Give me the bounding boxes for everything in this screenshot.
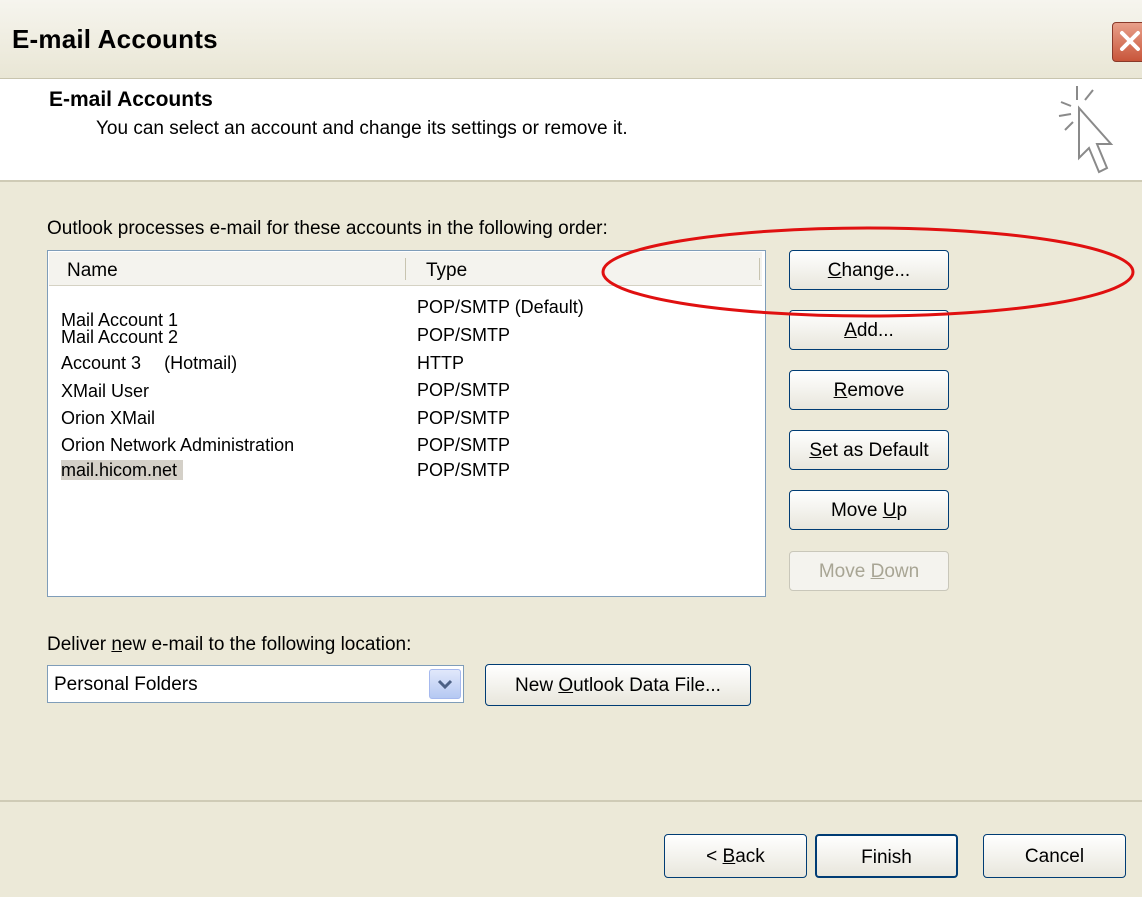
account-row-4[interactable]: XMail User bbox=[61, 381, 149, 402]
account-note: (Hotmail) bbox=[164, 353, 238, 373]
accounts-column-header: Name Type bbox=[49, 252, 762, 286]
label-part: hange... bbox=[841, 260, 911, 281]
access-key: S bbox=[809, 440, 822, 461]
email-accounts-dialog: E-mail Accounts E-mail Accounts You can … bbox=[0, 0, 1142, 897]
dropdown-arrow-button[interactable] bbox=[429, 669, 461, 699]
add-button[interactable]: Add... bbox=[789, 310, 949, 350]
access-key: O bbox=[558, 675, 574, 696]
column-name[interactable]: Name bbox=[67, 260, 118, 282]
label-part: p bbox=[896, 500, 908, 521]
label-part: et as Default bbox=[822, 440, 929, 461]
set-default-button[interactable]: Set as Default bbox=[789, 430, 949, 470]
page-subtitle: You can select an account and change its… bbox=[96, 118, 628, 139]
access-key: A bbox=[844, 320, 857, 341]
account-name-selected: mail.hicom.net bbox=[61, 460, 184, 480]
cancel-button[interactable]: Cancel bbox=[983, 834, 1126, 878]
title-bar[interactable]: E-mail Accounts bbox=[0, 0, 1142, 79]
access-key: D bbox=[870, 561, 885, 582]
change-button[interactable]: Change... bbox=[789, 250, 949, 290]
account-row-2[interactable]: Mail Account 2 bbox=[61, 327, 178, 348]
move-up-button[interactable]: Move Up bbox=[789, 490, 949, 530]
access-key: B bbox=[722, 846, 736, 867]
page-title: E-mail Accounts bbox=[49, 88, 213, 111]
account-type-2: POP/SMTP bbox=[417, 325, 511, 345]
chevron-down-icon bbox=[437, 679, 453, 690]
label-part: Move bbox=[818, 561, 871, 582]
footer-divider bbox=[0, 800, 1142, 802]
remove-button[interactable]: Remove bbox=[789, 370, 949, 410]
account-name: Mail Account 2 bbox=[61, 327, 179, 347]
access-key: n bbox=[111, 634, 122, 655]
delivery-location-value: Personal Folders bbox=[54, 674, 198, 695]
deliver-label: Deliver new e-mail to the following loca… bbox=[47, 634, 411, 656]
close-icon bbox=[1120, 31, 1140, 51]
column-type[interactable]: Type bbox=[426, 260, 467, 282]
cursor-sparkle-icon bbox=[1058, 86, 1114, 174]
label-part: Cancel bbox=[1024, 846, 1085, 867]
account-row-7[interactable]: mail.hicom.net bbox=[61, 460, 184, 481]
account-type-6: POP/SMTP bbox=[417, 435, 511, 455]
access-key: C bbox=[827, 260, 842, 281]
account-row-3[interactable]: Account 3 (Hotmail) bbox=[61, 353, 237, 374]
access-key: R bbox=[833, 380, 848, 401]
account-type-4: POP/SMTP bbox=[417, 380, 511, 400]
accounts-instruction: Outlook processes e-mail for these accou… bbox=[47, 218, 608, 239]
label-part: Move bbox=[830, 500, 883, 521]
close-button[interactable] bbox=[1112, 22, 1142, 62]
finish-button[interactable]: Finish bbox=[815, 834, 958, 878]
account-type-1: POP/SMTP (Default) bbox=[417, 297, 584, 317]
label-part: New bbox=[515, 675, 559, 696]
label-part: own bbox=[884, 561, 920, 582]
window-title: E-mail Accounts bbox=[12, 24, 218, 54]
account-name: XMail User bbox=[61, 381, 150, 401]
label-part: dd... bbox=[856, 320, 894, 341]
access-key: U bbox=[882, 500, 897, 521]
account-row-5[interactable]: Orion XMail bbox=[61, 408, 155, 429]
account-row-6[interactable]: Orion Network Administration bbox=[61, 435, 294, 456]
back-button[interactable]: < Back bbox=[664, 834, 807, 878]
column-divider[interactable] bbox=[405, 258, 406, 280]
label-part: < bbox=[706, 846, 723, 867]
label-part: Deliver bbox=[47, 634, 112, 655]
new-data-file-button[interactable]: New Outlook Data File... bbox=[485, 664, 751, 706]
account-name: Orion Network Administration bbox=[61, 435, 295, 455]
account-type-3: HTTP bbox=[417, 353, 464, 373]
move-down-button[interactable]: Move Down bbox=[789, 551, 949, 591]
label-part: Finish bbox=[861, 847, 912, 868]
account-type-5: POP/SMTP bbox=[417, 408, 511, 428]
label-part: emove bbox=[847, 380, 905, 401]
account-name: Orion XMail bbox=[61, 408, 156, 428]
delivery-location-select[interactable]: Personal Folders bbox=[47, 665, 464, 703]
label-part: ew e-mail to the following location: bbox=[121, 634, 412, 655]
column-divider[interactable] bbox=[759, 258, 760, 280]
account-name: Account 3 bbox=[61, 353, 142, 373]
account-type-7: POP/SMTP bbox=[417, 460, 511, 480]
label-part: ack bbox=[735, 846, 765, 867]
label-part: utlook Data File... bbox=[573, 675, 721, 696]
